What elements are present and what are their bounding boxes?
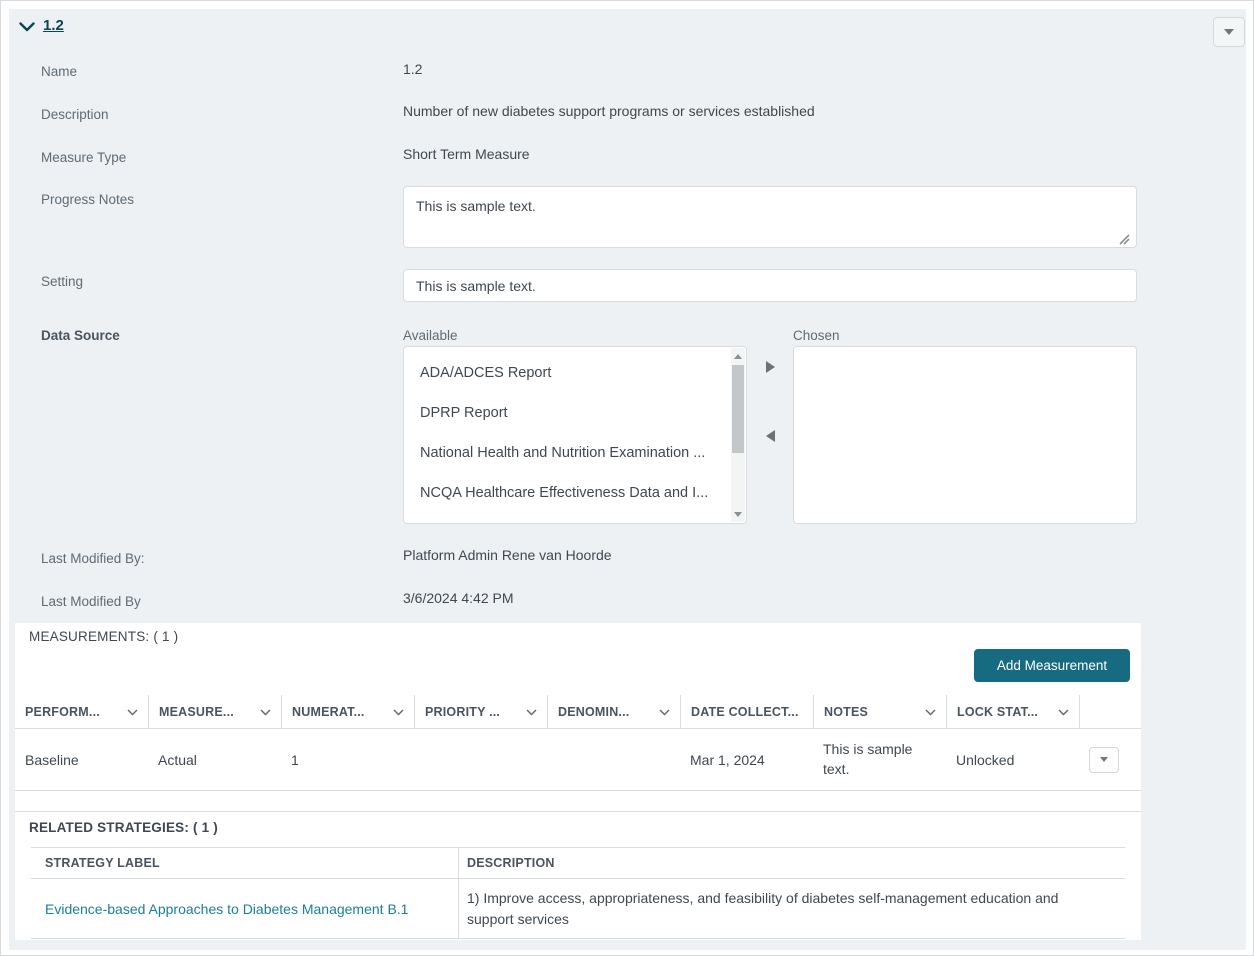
last-modified-date-value: 3/6/2024 4:42 PM xyxy=(403,590,514,606)
priority-cell xyxy=(414,729,547,790)
column-label: DENOMIN... xyxy=(558,704,630,719)
scroll-thumb[interactable] xyxy=(732,365,744,453)
list-option[interactable]: National Health and Nutrition Examinatio… xyxy=(404,433,746,473)
measure-detail-page: 1.2 Name Description Measure Type Progre… xyxy=(0,0,1254,956)
chosen-option-list xyxy=(794,347,1136,359)
column-header-numerator[interactable]: NUMERAT... xyxy=(281,695,414,728)
row-menu-button[interactable] xyxy=(1089,746,1119,773)
column-label: DATE COLLECT... xyxy=(691,704,799,719)
column-header-lock-status[interactable]: LOCK STAT... xyxy=(946,695,1079,728)
setting-label: Setting xyxy=(41,274,84,289)
sort-chevron-icon xyxy=(393,705,404,719)
data-source-label: Data Source xyxy=(41,328,120,343)
sort-chevron-icon xyxy=(659,705,670,719)
performance-cell: Baseline xyxy=(25,751,79,768)
description-label: Description xyxy=(41,107,109,122)
list-option[interactable]: NCQA Healthcare Effectiveness Data and I… xyxy=(404,473,746,513)
column-header-description: DESCRIPTION xyxy=(467,856,555,870)
column-label: LOCK STAT... xyxy=(957,704,1039,719)
related-strategies-section-title: RELATED STRATEGIES: ( 1 ) xyxy=(29,820,219,835)
notes-cell: This is sample text. xyxy=(823,740,913,777)
available-caption: Available xyxy=(403,328,458,343)
lock-status-cell: Unlocked xyxy=(956,751,1015,768)
related-strategies-table-header: STRATEGY LABEL DESCRIPTION xyxy=(31,847,1125,879)
chevron-down-icon xyxy=(19,20,35,35)
last-modified-by-value: Platform Admin Rene van Hoorde xyxy=(403,547,612,563)
available-listbox[interactable]: ADA/ADCES Report DPRP Report National He… xyxy=(403,346,747,524)
available-option-list: ADA/ADCES Report DPRP Report National He… xyxy=(404,347,746,519)
measure-type-label: Measure Type xyxy=(41,150,127,165)
last-modified-date-label: Last Modified By xyxy=(41,594,141,609)
sort-chevron-icon xyxy=(526,705,537,719)
measurements-section-title: MEASUREMENTS: ( 1 ) xyxy=(29,629,179,644)
column-header-denominator[interactable]: DENOMIN... xyxy=(547,695,680,728)
last-modified-by-label: Last Modified By: xyxy=(41,551,145,566)
sort-chevron-icon xyxy=(260,705,271,719)
date-collected-cell: Mar 1, 2024 xyxy=(690,751,765,768)
description-value: Number of new diabetes support programs … xyxy=(403,103,815,119)
list-option[interactable]: ADA/ADCES Report xyxy=(404,353,746,393)
move-left-icon xyxy=(765,430,775,442)
strategy-link[interactable]: Evidence-based Approaches to Diabetes Ma… xyxy=(45,901,408,917)
move-right-button[interactable] xyxy=(761,358,779,376)
add-measurement-button[interactable]: Add Measurement xyxy=(974,649,1130,682)
related-strategies-table: STRATEGY LABEL DESCRIPTION Evidence-base… xyxy=(31,847,1125,939)
denominator-cell xyxy=(547,729,680,790)
scroll-down-button[interactable] xyxy=(731,506,745,522)
measurement-row: Baseline Actual 1 Mar 1, 2024 This is sa… xyxy=(15,729,1141,791)
sort-chevron-icon xyxy=(127,705,138,719)
chosen-caption: Chosen xyxy=(793,328,840,343)
sort-chevron-icon xyxy=(1058,705,1069,719)
details-panel: MEASUREMENTS: ( 1 ) Add Measurement PERF… xyxy=(15,623,1141,940)
triangle-up-icon xyxy=(734,353,742,359)
sort-chevron-icon xyxy=(925,705,936,719)
column-header-strategy-label: STRATEGY LABEL xyxy=(31,848,459,878)
progress-notes-label: Progress Notes xyxy=(41,192,135,207)
measure-cell: Actual xyxy=(158,751,197,768)
collapse-section-button[interactable] xyxy=(18,20,36,34)
scroll-up-button[interactable] xyxy=(731,348,745,364)
setting-input[interactable] xyxy=(403,269,1137,302)
caret-down-icon xyxy=(1100,757,1108,762)
move-left-button[interactable] xyxy=(761,427,779,445)
measure-title-link[interactable]: 1.2 xyxy=(43,17,64,34)
column-label: MEASURE... xyxy=(159,704,234,719)
column-header-actions xyxy=(1079,695,1141,728)
measure-type-value: Short Term Measure xyxy=(403,146,530,162)
column-header-notes[interactable]: NOTES xyxy=(813,695,946,728)
progress-notes-textarea[interactable]: This is sample text. xyxy=(403,186,1137,248)
column-header-performance[interactable]: PERFORM... xyxy=(15,695,148,728)
name-value: 1.2 xyxy=(403,61,423,77)
scrollbar[interactable] xyxy=(731,348,745,522)
strategy-label-cell: Evidence-based Approaches to Diabetes Ma… xyxy=(31,879,459,938)
header-menu-button[interactable] xyxy=(1213,17,1245,47)
measurements-table-header: PERFORM... MEASURE... NUMERAT... PRIORIT… xyxy=(15,695,1141,729)
section-divider xyxy=(15,811,1141,812)
caret-down-icon xyxy=(1224,29,1234,35)
actions-cell xyxy=(1079,729,1141,790)
column-label: NOTES xyxy=(824,704,869,719)
strategy-description-cell: 1) Improve access, appropriateness, and … xyxy=(467,890,1059,927)
chosen-listbox[interactable] xyxy=(793,346,1137,524)
list-option[interactable]: DPRP Report xyxy=(404,393,746,433)
numerator-cell: 1 xyxy=(291,751,299,768)
column-label: NUMERAT... xyxy=(292,704,365,719)
column-label: PERFORM... xyxy=(25,704,100,719)
column-header-date-collected[interactable]: DATE COLLECT... xyxy=(680,695,813,728)
column-header-priority[interactable]: PRIORITY ... xyxy=(414,695,547,728)
name-label: Name xyxy=(41,64,78,79)
triangle-down-icon xyxy=(734,511,742,517)
column-header-measure[interactable]: MEASURE... xyxy=(148,695,281,728)
move-right-icon xyxy=(765,361,775,373)
column-label: PRIORITY ... xyxy=(425,704,501,719)
strategy-row: Evidence-based Approaches to Diabetes Ma… xyxy=(31,879,1125,939)
